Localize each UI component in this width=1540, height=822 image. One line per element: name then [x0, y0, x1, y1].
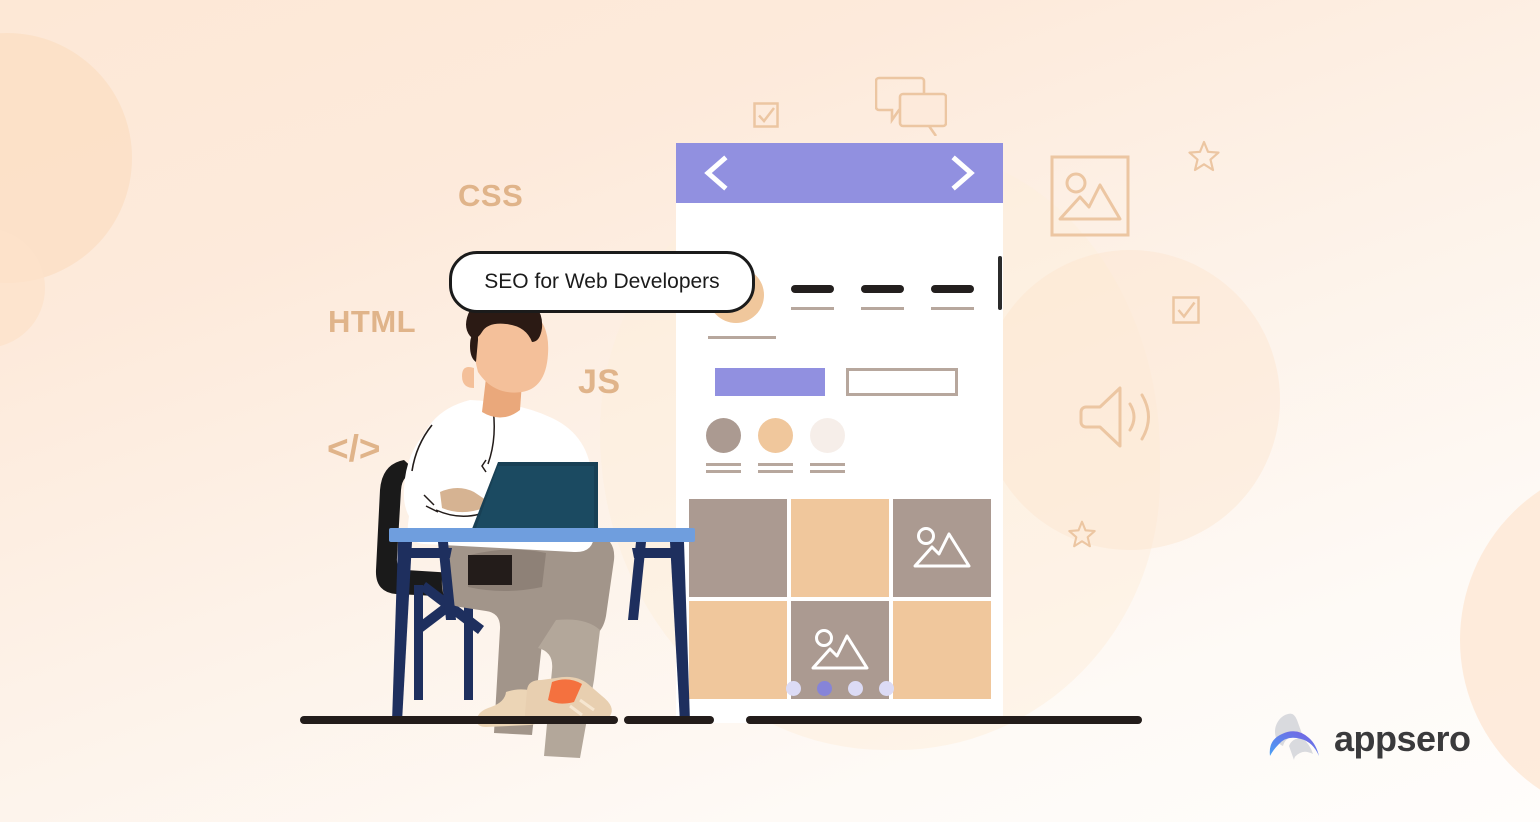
secondary-button[interactable] [846, 368, 958, 396]
nav-item-2-bar [861, 285, 904, 293]
nav-item-3-underline [931, 307, 974, 310]
chair [375, 460, 484, 700]
pagination-dots [676, 681, 1003, 696]
scrollbar-thumb[interactable] [998, 256, 1002, 310]
pagination-dot-3[interactable] [847, 681, 863, 696]
nav-item-1-bar [791, 285, 834, 293]
circle-item-2 [758, 418, 793, 477]
next-arrow-icon[interactable] [947, 153, 981, 193]
nav-item-1[interactable] [791, 285, 834, 310]
appsero-logo: appsero [1266, 712, 1471, 765]
illustration-canvas: CSS HTML JS </> SEO for Web Developers a… [0, 0, 1540, 822]
image-placeholder-icon [811, 629, 869, 670]
star-icon-top-right [1188, 140, 1220, 172]
torso [403, 400, 594, 553]
shoes [476, 676, 612, 727]
label-html: HTML [328, 304, 417, 339]
picture-frame-icon [1050, 155, 1130, 237]
legs [441, 523, 615, 758]
image-placeholder-icon [913, 527, 971, 568]
label-css: CSS [458, 178, 524, 213]
nav-item-1-underline [791, 307, 834, 310]
circle-gray [706, 418, 741, 453]
circle-tan [758, 418, 793, 453]
laptop [458, 462, 608, 538]
pagination-dot-2[interactable] [816, 681, 832, 696]
circle-item-3-lines [810, 463, 845, 473]
speaker-icon [1070, 382, 1162, 452]
checkbox-icon-top-left [753, 102, 779, 128]
label-js: JS [578, 363, 621, 401]
circle-item-3 [810, 418, 845, 477]
tile-3[interactable] [893, 499, 991, 597]
nav-item-2[interactable] [861, 285, 904, 310]
nav-item-2-underline [861, 307, 904, 310]
mockup-header [676, 143, 1003, 203]
circle-list [706, 418, 845, 477]
primary-button[interactable] [715, 368, 825, 396]
label-code-tag: </> [327, 428, 381, 469]
app-mockup [676, 143, 1003, 723]
speech-bubble-text: SEO for Web Developers [484, 270, 720, 293]
speech-bubble: SEO for Web Developers [449, 251, 755, 313]
pagination-dot-1[interactable] [785, 681, 801, 696]
image-grid [689, 499, 991, 699]
tile-1[interactable] [689, 499, 787, 597]
chat-bubbles-icon [875, 74, 947, 136]
pagination-dot-4[interactable] [878, 681, 894, 696]
prev-arrow-icon[interactable] [698, 153, 732, 193]
circle-item-1-lines [706, 463, 741, 473]
circle-pale [810, 418, 845, 453]
appsero-mark-icon [1266, 712, 1322, 765]
circle-item-1 [706, 418, 741, 477]
appsero-wordmark: appsero [1334, 717, 1471, 759]
tile-2[interactable] [791, 499, 889, 597]
star-icon-bottom [1068, 520, 1096, 548]
circle-item-2-lines [758, 463, 793, 473]
nav-item-3-bar [931, 285, 974, 293]
nav-item-3[interactable] [931, 285, 974, 310]
checkbox-icon-right [1172, 296, 1200, 324]
mockup-nav [791, 285, 974, 310]
avatar-caption-line [708, 336, 776, 339]
background-blob-right-large [1460, 460, 1540, 820]
